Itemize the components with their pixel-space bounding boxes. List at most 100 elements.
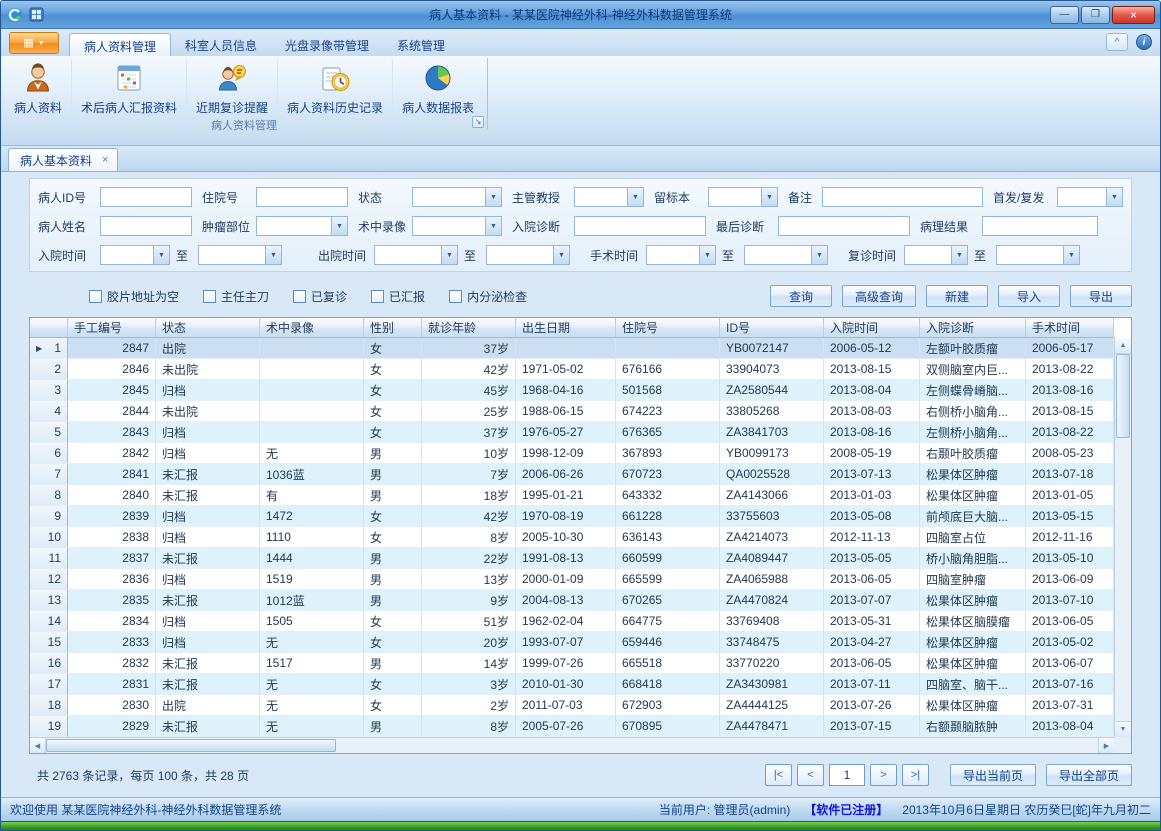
cell-diagnosis[interactable]: 左侧蝶骨嵴脑... bbox=[920, 380, 1026, 401]
cell-age[interactable]: 37岁 bbox=[422, 422, 516, 443]
advanced-query-button[interactable]: 高级查询 bbox=[842, 285, 916, 307]
horizontal-scrollbar[interactable]: ◀ ▶ bbox=[30, 737, 1114, 753]
postop-report-button[interactable]: 术后病人汇报资料 bbox=[72, 58, 187, 116]
cell-age[interactable]: 13岁 bbox=[422, 569, 516, 590]
cell-video[interactable]: 1036蓝 bbox=[260, 464, 364, 485]
cell-id-no[interactable]: 33755603 bbox=[720, 506, 824, 527]
cell-diagnosis[interactable]: 松果体区肿瘤 bbox=[920, 590, 1026, 611]
cell-birthdate[interactable]: 1976-05-27 bbox=[516, 422, 616, 443]
chevron-down-icon[interactable]: ▼ bbox=[699, 246, 715, 264]
table-row[interactable]: 7 2841 未汇报 1036蓝 男 7岁 2006-06-26 670723 … bbox=[30, 464, 1114, 485]
cell-admit-date[interactable]: 2013-08-16 bbox=[824, 422, 920, 443]
cell-inpatient-no[interactable]: 668418 bbox=[616, 674, 720, 695]
cell-birthdate[interactable]: 2005-10-30 bbox=[516, 527, 616, 548]
cell-gender[interactable]: 男 bbox=[364, 464, 422, 485]
cell-age[interactable]: 18岁 bbox=[422, 485, 516, 506]
cell-status[interactable]: 未汇报 bbox=[156, 653, 260, 674]
table-row[interactable]: 5 2843 归档 女 37岁 1976-05-27 676365 ZA3841… bbox=[30, 422, 1114, 443]
cell-inpatient-no[interactable]: 665518 bbox=[616, 653, 720, 674]
cell-birthdate[interactable]: 2005-07-26 bbox=[516, 716, 616, 737]
cell-manual-code[interactable]: 2844 bbox=[68, 401, 156, 422]
cell-video[interactable]: 1472 bbox=[260, 506, 364, 527]
row-indicator-cell[interactable]: 2 bbox=[30, 359, 68, 380]
column-header-inpatient-no[interactable]: 住院号 bbox=[616, 318, 720, 337]
cell-video[interactable]: 无 bbox=[260, 695, 364, 716]
cell-id-no[interactable]: ZA4089447 bbox=[720, 548, 824, 569]
cell-diagnosis[interactable]: 松果体区肿瘤 bbox=[920, 695, 1026, 716]
column-header-status[interactable]: 状态 bbox=[156, 318, 260, 337]
row-indicator-cell[interactable]: 10 bbox=[30, 527, 68, 548]
cell-diagnosis[interactable]: 双侧脑室内巨... bbox=[920, 359, 1026, 380]
cell-gender[interactable]: 女 bbox=[364, 380, 422, 401]
cell-gender[interactable]: 女 bbox=[364, 506, 422, 527]
cell-status[interactable]: 未汇报 bbox=[156, 548, 260, 569]
cell-age[interactable]: 7岁 bbox=[422, 464, 516, 485]
table-row[interactable]: 11 2837 未汇报 1444 男 22岁 1991-08-13 660599… bbox=[30, 548, 1114, 569]
table-row[interactable]: 15 2833 归档 无 女 20岁 1993-07-07 659446 337… bbox=[30, 632, 1114, 653]
revisit-reminder-button[interactable]: 近期复诊提醒 bbox=[187, 58, 278, 116]
row-indicator-cell[interactable]: 6 bbox=[30, 443, 68, 464]
filter-checkbox[interactable]: 主任主刀 bbox=[203, 288, 269, 305]
cell-status[interactable]: 归档 bbox=[156, 380, 260, 401]
table-row[interactable]: 19 2829 未汇报 无 男 8岁 2005-07-26 670895 ZA4… bbox=[30, 716, 1114, 737]
cell-id-no[interactable]: YB0072147 bbox=[720, 338, 824, 359]
chevron-down-icon[interactable]: ▼ bbox=[265, 246, 281, 264]
cell-gender[interactable]: 女 bbox=[364, 338, 422, 359]
cell-surgery-date[interactable]: 2013-08-22 bbox=[1026, 422, 1114, 443]
cell-id-no[interactable]: ZA4478471 bbox=[720, 716, 824, 737]
cell-inpatient-no[interactable]: 670895 bbox=[616, 716, 720, 737]
cell-manual-code[interactable]: 2830 bbox=[68, 695, 156, 716]
revisit-time-from-select[interactable]: ▼ bbox=[904, 245, 968, 265]
ribbon-tab-staff-info[interactable]: 科室人员信息 bbox=[171, 33, 271, 56]
cell-manual-code[interactable]: 2837 bbox=[68, 548, 156, 569]
cell-age[interactable]: 8岁 bbox=[422, 716, 516, 737]
cell-video[interactable]: 无 bbox=[260, 716, 364, 737]
column-header-admit-date[interactable]: 入院时间 bbox=[824, 318, 920, 337]
video-select[interactable]: ▼ bbox=[412, 216, 502, 236]
cell-birthdate[interactable]: 2010-01-30 bbox=[516, 674, 616, 695]
cell-birthdate[interactable]: 2006-06-26 bbox=[516, 464, 616, 485]
cell-birthdate[interactable]: 2000-01-09 bbox=[516, 569, 616, 590]
cell-video[interactable]: 1517 bbox=[260, 653, 364, 674]
column-header-birthdate[interactable]: 出生日期 bbox=[516, 318, 616, 337]
table-row[interactable]: 10 2838 归档 1110 女 8岁 2005-10-30 636143 Z… bbox=[30, 527, 1114, 548]
checkbox-box[interactable] bbox=[371, 290, 384, 303]
cell-manual-code[interactable]: 2829 bbox=[68, 716, 156, 737]
cell-inpatient-no[interactable]: 636143 bbox=[616, 527, 720, 548]
cell-surgery-date[interactable]: 2012-11-16 bbox=[1026, 527, 1114, 548]
cell-id-no[interactable]: ZA4214073 bbox=[720, 527, 824, 548]
cell-inpatient-no[interactable] bbox=[616, 338, 720, 359]
new-button[interactable]: 新建 bbox=[926, 285, 988, 307]
surgery-time-to-select[interactable]: ▼ bbox=[744, 245, 828, 265]
chevron-down-icon[interactable]: ▼ bbox=[761, 188, 777, 206]
filter-checkbox[interactable]: 内分泌检查 bbox=[449, 288, 527, 305]
first-page-button[interactable]: |< bbox=[765, 764, 792, 786]
cell-diagnosis[interactable]: 松果体区脑膜瘤 bbox=[920, 611, 1026, 632]
row-indicator-cell[interactable]: 7 bbox=[30, 464, 68, 485]
row-indicator-cell[interactable]: 3 bbox=[30, 380, 68, 401]
cell-gender[interactable]: 男 bbox=[364, 569, 422, 590]
table-row[interactable]: 17 2831 未汇报 无 女 3岁 2010-01-30 668418 ZA3… bbox=[30, 674, 1114, 695]
cell-surgery-date[interactable]: 2013-07-16 bbox=[1026, 674, 1114, 695]
chevron-down-icon[interactable]: ▼ bbox=[951, 246, 967, 264]
first-relapse-select[interactable]: ▼ bbox=[1057, 187, 1123, 207]
cell-inpatient-no[interactable]: 665599 bbox=[616, 569, 720, 590]
cell-gender[interactable]: 女 bbox=[364, 527, 422, 548]
cell-gender[interactable]: 男 bbox=[364, 443, 422, 464]
chevron-down-icon[interactable]: ▼ bbox=[553, 246, 569, 264]
query-button[interactable]: 查询 bbox=[770, 285, 832, 307]
chevron-down-icon[interactable]: ▼ bbox=[485, 188, 501, 206]
patient-id-input[interactable] bbox=[100, 187, 192, 207]
cell-video[interactable]: 1519 bbox=[260, 569, 364, 590]
cell-gender[interactable]: 男 bbox=[364, 716, 422, 737]
last-page-button[interactable]: >| bbox=[902, 764, 929, 786]
cell-id-no[interactable]: ZA3430981 bbox=[720, 674, 824, 695]
cell-status[interactable]: 归档 bbox=[156, 443, 260, 464]
column-header-age[interactable]: 就诊年龄 bbox=[422, 318, 516, 337]
cell-gender[interactable]: 女 bbox=[364, 632, 422, 653]
chevron-down-icon[interactable]: ▼ bbox=[811, 246, 827, 264]
collapse-ribbon-icon[interactable]: ^ bbox=[1106, 33, 1128, 51]
admit-time-from-select[interactable]: ▼ bbox=[100, 245, 170, 265]
cell-video[interactable]: 无 bbox=[260, 632, 364, 653]
chevron-down-icon[interactable]: ▼ bbox=[331, 217, 347, 235]
